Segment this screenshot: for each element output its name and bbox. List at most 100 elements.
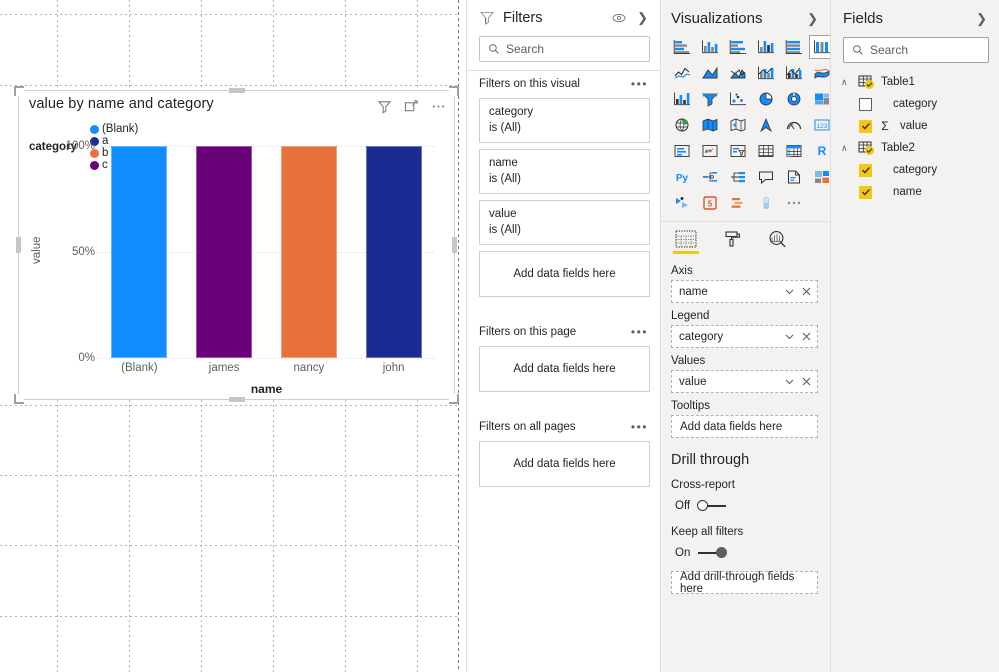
- field-wells[interactable]: Axis name Legend category Values value Tooltip…: [661, 258, 830, 438]
- fields-tree[interactable]: ∧ Table1 category Σvalue ∧ Table2 category name: [831, 71, 999, 203]
- power-automate-icon[interactable]: [669, 191, 695, 215]
- visual-header-icons[interactable]: [377, 99, 446, 114]
- table-icon[interactable]: [753, 139, 779, 163]
- filters-dropzone[interactable]: Add data fields here: [479, 346, 650, 392]
- line-chart-icon[interactable]: [669, 61, 695, 85]
- chart-bar[interactable]: [196, 146, 253, 358]
- fields-search-input[interactable]: Search: [843, 37, 989, 63]
- fields-field-row[interactable]: Σvalue: [831, 115, 999, 137]
- remove-field-icon[interactable]: [800, 285, 813, 298]
- chart-bar[interactable]: [280, 146, 337, 358]
- chevron-down-icon[interactable]: [783, 285, 796, 298]
- report-canvas[interactable]: value by name and category category (Bla…: [0, 0, 459, 672]
- expand-chevron-icon[interactable]: ❯: [805, 11, 820, 27]
- visualizations-tab-strip[interactable]: [661, 221, 830, 258]
- more-options-icon[interactable]: •••: [631, 325, 648, 339]
- map-icon[interactable]: [669, 113, 695, 137]
- resize-handle-br[interactable]: [449, 394, 459, 404]
- drill-through-dropzone[interactable]: Add drill-through fields here: [671, 571, 818, 595]
- expand-chevron-icon[interactable]: ❯: [974, 11, 989, 27]
- resize-handle-right[interactable]: [452, 237, 457, 253]
- more-options-icon[interactable]: •••: [631, 77, 648, 91]
- funnel-chart-icon[interactable]: [697, 87, 723, 111]
- resize-handle-bl[interactable]: [14, 394, 24, 404]
- chevron-up-icon[interactable]: ∧: [841, 77, 851, 88]
- multi-row-card-icon[interactable]: [669, 139, 695, 163]
- html-viewer-icon[interactable]: 5: [697, 191, 723, 215]
- clustered-bar-chart-icon[interactable]: [725, 35, 751, 59]
- fields-tab[interactable]: [671, 230, 701, 258]
- decomposition-tree-icon[interactable]: [697, 165, 723, 189]
- keep-all-filters-toggle-row[interactable]: On: [661, 541, 830, 559]
- fields-field-row[interactable]: category: [831, 159, 999, 181]
- fields-table-row[interactable]: ∧ Table2: [831, 137, 999, 159]
- resize-handle-top[interactable]: [228, 88, 245, 93]
- remove-field-icon[interactable]: [800, 375, 813, 388]
- plot-area[interactable]: [97, 146, 436, 359]
- visual-type-gallery[interactable]: 123 R Py 5: [661, 33, 835, 217]
- filters-search-input[interactable]: Search: [479, 36, 650, 62]
- arcgis-map-icon[interactable]: [753, 113, 779, 137]
- filters-dropzone[interactable]: Add data fields here: [479, 441, 650, 487]
- smart-narrative-icon[interactable]: [753, 165, 779, 189]
- stacked-area-chart-icon[interactable]: [725, 61, 751, 85]
- filters-dropzone[interactable]: Add data fields here: [479, 251, 650, 297]
- donut-chart-icon[interactable]: [781, 87, 807, 111]
- stacked-bar-chart-icon[interactable]: [669, 35, 695, 59]
- cross-report-toggle-row[interactable]: Off: [661, 494, 830, 512]
- well-field-axis[interactable]: name: [671, 280, 818, 303]
- python-visual-icon[interactable]: Py: [669, 165, 695, 189]
- filters-panel[interactable]: Filters ❯ Search Filters on this visual •…: [466, 0, 660, 672]
- format-tab[interactable]: [717, 230, 747, 258]
- key-influencers-icon[interactable]: [725, 165, 751, 189]
- resize-handle-tr[interactable]: [449, 86, 459, 96]
- chevron-down-icon[interactable]: [783, 330, 796, 343]
- 100-percent-stacked-bar-chart-icon[interactable]: [781, 35, 807, 59]
- chart-bar[interactable]: [365, 146, 422, 358]
- keep-all-filters-toggle[interactable]: [697, 547, 728, 559]
- more-options-icon[interactable]: •••: [631, 420, 648, 434]
- pie-chart-icon[interactable]: [753, 87, 779, 111]
- more-visuals-icon[interactable]: [781, 191, 807, 215]
- clustered-column-chart-icon[interactable]: [753, 35, 779, 59]
- more-options-icon[interactable]: [431, 99, 446, 114]
- collapse-chevron-icon[interactable]: ❯: [635, 10, 650, 26]
- gantt-icon[interactable]: [725, 191, 751, 215]
- field-checkbox[interactable]: [859, 163, 872, 177]
- chevron-down-icon[interactable]: [783, 375, 796, 388]
- cross-report-toggle[interactable]: [697, 500, 727, 512]
- field-checkbox[interactable]: [859, 185, 872, 199]
- fields-table-row[interactable]: ∧ Table1: [831, 71, 999, 93]
- chart-visual-container[interactable]: value by name and category category (Bla…: [14, 86, 459, 404]
- fields-panel[interactable]: Fields ❯ Search ∧ Table1 category Σvalue ∧ Ta…: [830, 0, 999, 672]
- bullet-chart-icon[interactable]: [753, 191, 779, 215]
- chart-bar[interactable]: [111, 146, 168, 358]
- filter-card[interactable]: value is (All): [479, 200, 650, 245]
- waterfall-chart-icon[interactable]: [669, 87, 695, 111]
- area-chart-icon[interactable]: [697, 61, 723, 85]
- slicer-icon[interactable]: [725, 139, 751, 163]
- well-dropzone-tooltips[interactable]: Add data fields here: [671, 415, 818, 438]
- filter-icon[interactable]: [377, 99, 392, 114]
- gauge-icon[interactable]: [781, 113, 807, 137]
- resize-handle-tl[interactable]: [14, 86, 24, 96]
- analytics-tab[interactable]: [763, 230, 793, 258]
- resize-handle-left[interactable]: [16, 237, 21, 253]
- field-checkbox[interactable]: [859, 97, 872, 111]
- shape-map-icon[interactable]: [725, 113, 751, 137]
- hide-eye-icon[interactable]: [611, 10, 627, 26]
- filled-map-icon[interactable]: [697, 113, 723, 137]
- resize-handle-bottom[interactable]: [228, 397, 245, 402]
- kpi-icon[interactable]: [697, 139, 723, 163]
- well-field-values[interactable]: value: [671, 370, 818, 393]
- line-and-clustered-column-chart-icon[interactable]: [781, 61, 807, 85]
- fields-field-row[interactable]: name: [831, 181, 999, 203]
- fields-field-row[interactable]: category: [831, 93, 999, 115]
- filter-card[interactable]: category is (All): [479, 98, 650, 143]
- visualizations-panel[interactable]: Visualizations ❯ 123 R Py 5 Axis name Le…: [660, 0, 835, 672]
- remove-field-icon[interactable]: [800, 330, 813, 343]
- stacked-column-chart-icon[interactable]: [697, 35, 723, 59]
- well-field-legend[interactable]: category: [671, 325, 818, 348]
- scatter-chart-icon[interactable]: [725, 87, 751, 111]
- filter-card[interactable]: name is (All): [479, 149, 650, 194]
